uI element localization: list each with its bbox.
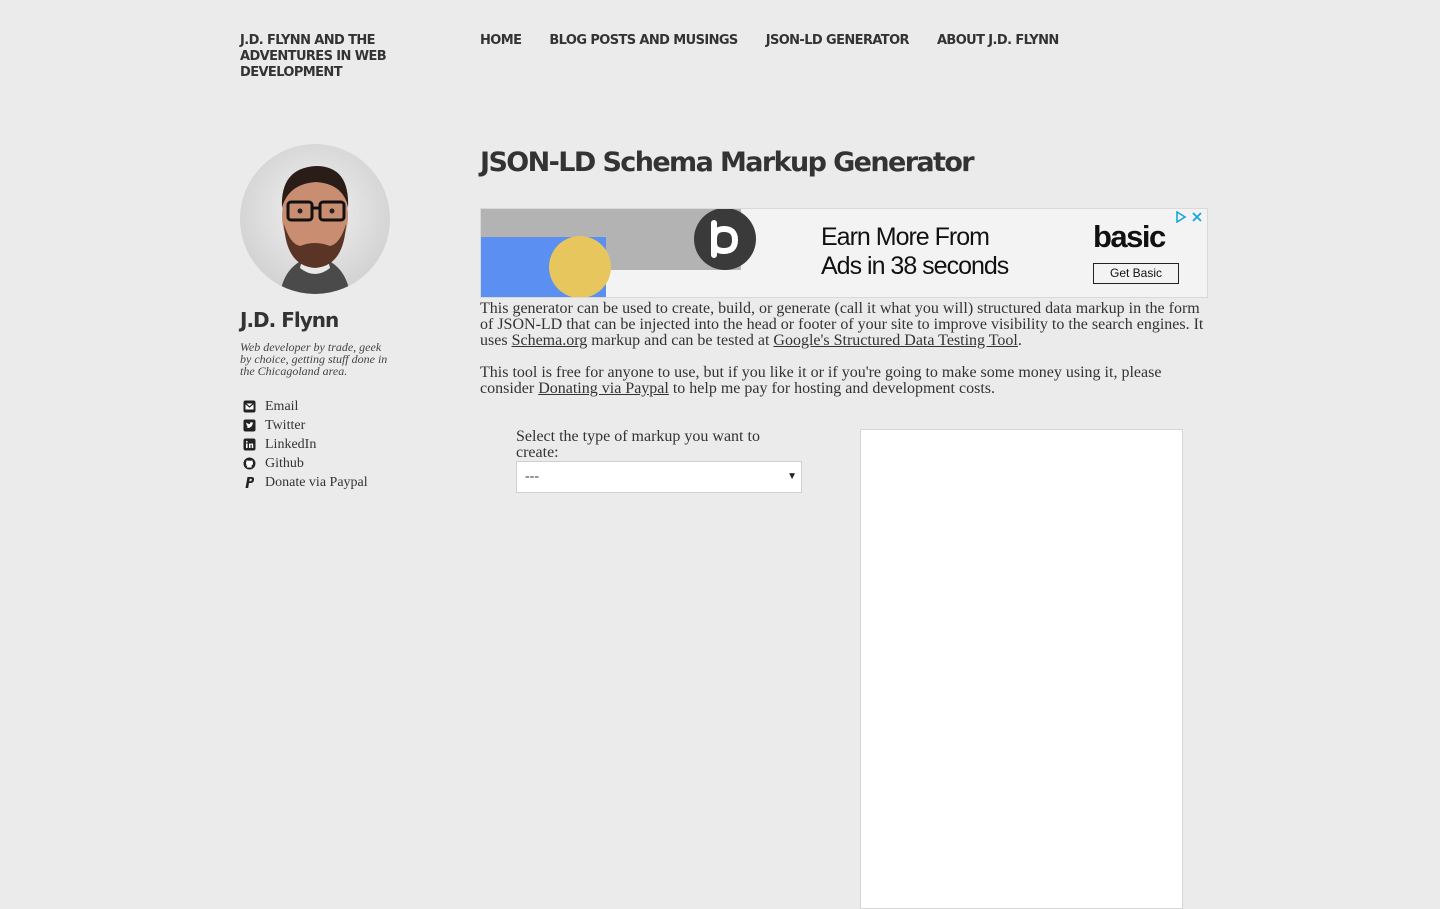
nav-home[interactable]: Home	[480, 33, 522, 49]
ad-headline-line2: Ads in 38 seconds	[821, 252, 1009, 280]
link-github-label[interactable]: Github	[265, 456, 304, 472]
intro-paragraph-1: This generator can be used to create, bu…	[480, 301, 1208, 349]
link-email[interactable]: Email	[240, 397, 400, 416]
social-links: Email Twitter LinkedIn Github Donate via…	[240, 397, 400, 492]
site-title-link[interactable]: J.D. Flynn and the Adventures in Web Dev…	[240, 33, 400, 81]
intro-paragraph-2: This tool is free for anyone to use, but…	[480, 365, 1208, 397]
ad-headline-line1: Earn More From	[821, 223, 990, 251]
close-icon[interactable]	[1191, 211, 1203, 223]
linkedin-icon	[242, 438, 256, 452]
ad-headline: Earn More From Ads in 38 seconds	[821, 223, 1009, 281]
markup-type-label: Select the type of markup you want to cr…	[516, 428, 760, 461]
author-bio: Web developer by trade, geek by choice, …	[240, 340, 388, 378]
markup-type-value: ---	[525, 469, 539, 484]
author-name: J.D. Flynn	[240, 308, 339, 332]
main-nav: Home Blog Posts and Musings JSON-LD Gene…	[480, 33, 1059, 49]
intro-text: This generator can be used to create, bu…	[480, 301, 1208, 413]
donate-paypal-link[interactable]: Donating via Paypal	[538, 380, 669, 397]
json-output-panel[interactable]	[860, 429, 1183, 909]
github-icon	[242, 457, 256, 471]
link-twitter[interactable]: Twitter	[240, 416, 400, 435]
avatar-photo	[240, 144, 390, 294]
page-title: JSON-LD Schema Markup Generator	[480, 147, 975, 178]
link-linkedin[interactable]: LinkedIn	[240, 435, 400, 454]
link-paypal-label[interactable]: Donate via Paypal	[265, 475, 368, 491]
structured-data-testing-tool-link[interactable]: Google's Structured Data Testing Tool	[773, 332, 1017, 349]
link-paypal[interactable]: Donate via Paypal	[240, 473, 400, 492]
link-linkedin-label[interactable]: LinkedIn	[265, 437, 316, 453]
intro-p1-end: .	[1017, 332, 1022, 349]
link-twitter-label[interactable]: Twitter	[265, 418, 305, 434]
caret-down-icon: ▼	[787, 471, 797, 482]
ad-brand-logo: basic	[1093, 219, 1166, 254]
schema-org-link[interactable]: Schema.org	[512, 332, 588, 349]
intro-p1-mid: markup and can be tested at	[587, 332, 774, 349]
sidebar: J.D. Flynn Web developer by trade, geek …	[240, 144, 400, 492]
nav-json-ld-generator[interactable]: JSON-LD Generator	[766, 33, 910, 49]
avatar	[240, 144, 390, 294]
adchoices-icon[interactable]	[1175, 211, 1187, 223]
intro-p2-end: to help me pay for hosting and developme…	[668, 380, 995, 397]
envelope-icon	[242, 400, 256, 414]
ad-controls	[1175, 211, 1203, 223]
twitter-icon	[242, 419, 256, 433]
link-email-label[interactable]: Email	[265, 399, 298, 415]
link-github[interactable]: Github	[240, 454, 400, 473]
nav-blog[interactable]: Blog Posts and Musings	[549, 33, 738, 49]
nav-about[interactable]: About J.D. Flynn	[937, 33, 1059, 49]
paypal-icon	[242, 476, 256, 490]
ad-cta-button[interactable]: Get Basic	[1093, 263, 1179, 284]
advertisement-banner[interactable]: Earn More From Ads in 38 seconds basic G…	[480, 208, 1208, 298]
markup-type-select[interactable]: --- ▼	[516, 461, 802, 493]
